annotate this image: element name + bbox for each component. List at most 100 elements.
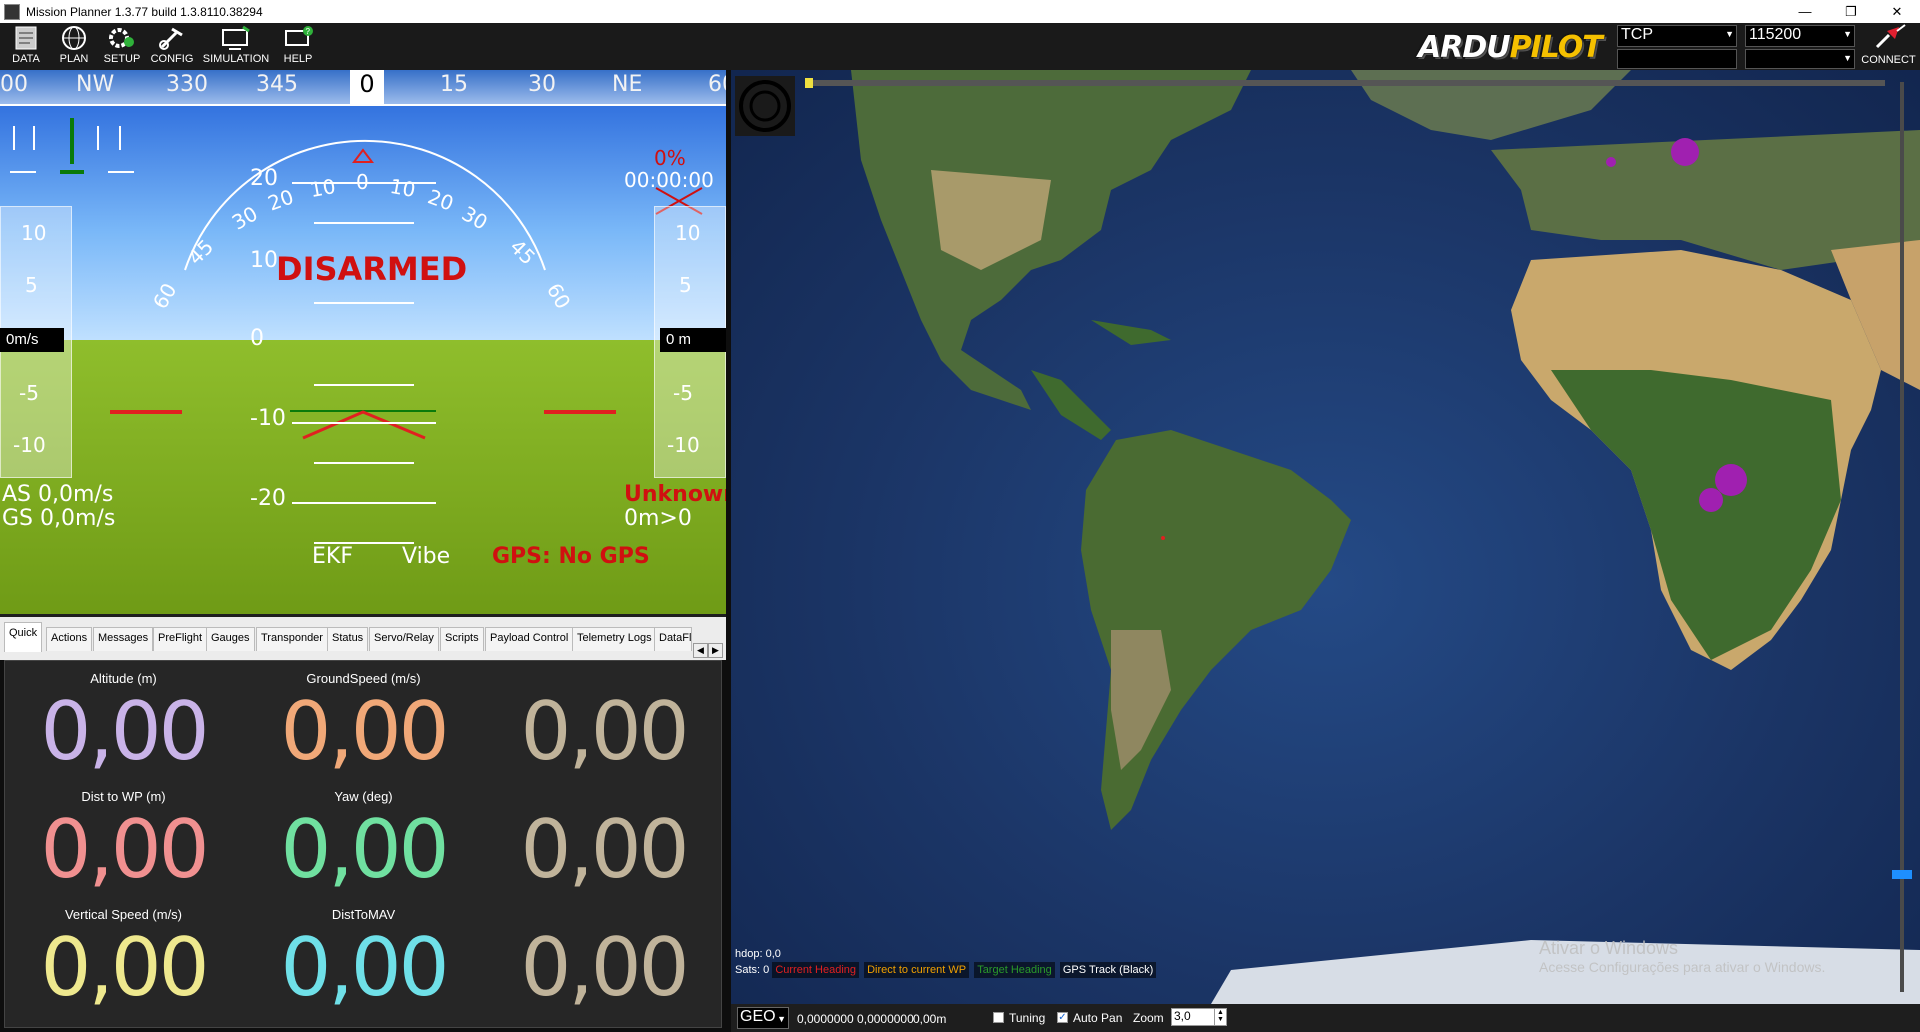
tuning-label: Tuning (1009, 1011, 1046, 1025)
help-label: HELP (283, 53, 313, 65)
setup-button[interactable]: SETUP (96, 25, 148, 65)
restore-button[interactable]: ❐ (1828, 4, 1874, 20)
connection-extra-select[interactable]: ▼ (1745, 49, 1855, 69)
quick-panel: Altitude (m) 0,00 GroundSpeed (m/s) 0,00… (4, 660, 722, 1028)
roll-label: 10 (388, 173, 418, 203)
tab-preflight[interactable]: PreFlight (153, 627, 208, 651)
watermark-title: Ativar o Windows (1539, 938, 1679, 958)
waypoint-distance: 0m>0 (624, 506, 692, 531)
baud-rate-select[interactable]: 115200 ▼ (1745, 25, 1855, 47)
zoom-spinner-icon[interactable]: ▲ ▼ (1214, 1009, 1226, 1025)
pitch-line (314, 222, 414, 224)
heading-label: 30 (528, 72, 556, 97)
map-progress-indicator (805, 78, 813, 88)
heading-tape: 00 NW 330 345 15 30 NE 60 0 (0, 70, 726, 106)
tuning-checkbox[interactable] (993, 1012, 1004, 1023)
map-joystick-icon[interactable] (735, 76, 795, 136)
speed-tape-label: 10 (21, 221, 47, 245)
speed-tape-label: 5 (25, 273, 38, 297)
tab-dataflash[interactable]: DataFl (654, 627, 692, 651)
heading-label: 00 (0, 72, 28, 97)
plan-button[interactable]: PLAN (48, 25, 100, 65)
tab-actions[interactable]: Actions (46, 627, 93, 651)
data-button[interactable]: DATA (0, 25, 52, 65)
tab-servo-relay[interactable]: Servo/Relay (369, 627, 439, 651)
gps-status[interactable]: GPS: No GPS (492, 544, 650, 569)
windows-watermark: Ativar o Windows Acesse Configurações pa… (1539, 938, 1825, 975)
data-label: DATA (12, 53, 40, 65)
minimize-button[interactable]: — (1782, 4, 1828, 20)
quick-value: 0,00 (280, 803, 449, 896)
tab-messages[interactable]: Messages (93, 627, 154, 651)
autopan-checkbox[interactable]: ✓ (1057, 1012, 1068, 1023)
quick-item-empty[interactable]: 0,00 (485, 907, 722, 1013)
tab-gauges[interactable]: Gauges (206, 627, 255, 651)
heading-label: 60 (708, 72, 726, 97)
ekf-status[interactable]: EKF (312, 544, 353, 569)
speed-tape-label: -10 (13, 433, 46, 457)
data-icon (15, 26, 37, 50)
close-button[interactable]: ✕ (1874, 4, 1920, 20)
quick-item-yaw[interactable]: Yaw (deg) 0,00 (245, 789, 482, 895)
battery-percent: 0% (654, 146, 686, 170)
help-button[interactable]: ? HELP (272, 25, 324, 65)
zoom-input[interactable]: 3,0 ▲ ▼ (1171, 1008, 1227, 1026)
simulation-button[interactable]: SIMULATION (202, 25, 270, 65)
quick-item-altitude[interactable]: Altitude (m) 0,00 (5, 671, 242, 777)
heading-label: NE (612, 72, 643, 97)
altitude-readout: 0 m (660, 328, 726, 352)
svg-text:?: ? (306, 27, 311, 36)
tab-transponder[interactable]: Transponder (256, 627, 328, 651)
quick-value: 0,00 (40, 921, 209, 1014)
pitch-line (314, 384, 414, 386)
quick-value: 0,00 (280, 921, 449, 1014)
flight-timer: 00:00:00 (624, 168, 714, 192)
quick-item-empty[interactable]: 0,00 (485, 671, 722, 777)
quick-item-groundspeed[interactable]: GroundSpeed (m/s) 0,00 (245, 671, 482, 777)
connect-button[interactable]: CONNECT (1857, 23, 1920, 70)
coord-system-select[interactable]: GEO ▼ (737, 1007, 789, 1029)
map-view[interactable]: hdop: 0,0 Sats: 0 Current Heading Direct… (731, 70, 1920, 1004)
tab-quick[interactable]: Quick (4, 622, 43, 652)
quick-item-vertical-speed[interactable]: Vertical Speed (m/s) 0,00 (5, 907, 242, 1013)
plan-label: PLAN (59, 53, 89, 65)
connection-options-select[interactable] (1617, 49, 1737, 69)
tab-telemetry-logs[interactable]: Telemetry Logs (572, 627, 657, 651)
quick-item-empty[interactable]: 0,00 (485, 789, 722, 895)
zoom-slider-track[interactable] (1900, 82, 1904, 992)
pitch-label: 0 (250, 326, 264, 351)
map-progress-bar (805, 80, 1885, 86)
tab-status[interactable]: Status (327, 627, 369, 651)
map-status: hdop: 0,0 Sats: 0 Current Heading Direct… (735, 948, 1158, 978)
flight-mode: Unknown (624, 482, 726, 507)
chevron-down-icon: ▼ (1843, 53, 1852, 63)
config-button[interactable]: CONFIG (146, 25, 198, 65)
zoom-slider-thumb[interactable] (1892, 870, 1912, 879)
scroll-right-icon[interactable]: ▶ (708, 643, 723, 658)
quick-value: 0,00 (280, 685, 449, 778)
speed-readout: 0m/s (0, 328, 64, 352)
tab-scripts[interactable]: Scripts (440, 627, 484, 651)
connection-type-select[interactable]: TCP ▼ (1617, 25, 1737, 47)
scroll-left-icon[interactable]: ◀ (693, 643, 708, 658)
quick-value: 0,00 (520, 921, 689, 1014)
armed-status: DISARMED (276, 250, 468, 288)
legend-direct-wp: Direct to current WP (864, 962, 970, 978)
pitch-label: -20 (250, 486, 286, 511)
tab-scroll: ◀ ▶ (693, 643, 723, 658)
window-title: Mission Planner 1.3.77 build 1.3.8110.38… (26, 4, 263, 19)
map-landmass (851, 70, 1920, 1004)
pitch-line (314, 302, 414, 304)
chevron-down-icon: ▼ (777, 1014, 786, 1024)
setup-icon (109, 28, 134, 48)
quick-item-dist-to-wp[interactable]: Dist to WP (m) 0,00 (5, 789, 242, 895)
legend-gps-track: GPS Track (Black) (1059, 962, 1157, 978)
quick-item-dist-to-mav[interactable]: DistToMAV 0,00 (245, 907, 482, 1013)
heading-label: 15 (440, 72, 468, 97)
ardupilot-logo: ARDUPILOT (1418, 30, 1603, 65)
sats-readout: Sats: 0 (735, 964, 770, 976)
current-heading: 0 (350, 70, 384, 106)
alt-tape-label: 10 (675, 221, 701, 245)
vibe-status[interactable]: Vibe (402, 544, 450, 569)
tab-payload-control[interactable]: Payload Control (485, 627, 574, 651)
